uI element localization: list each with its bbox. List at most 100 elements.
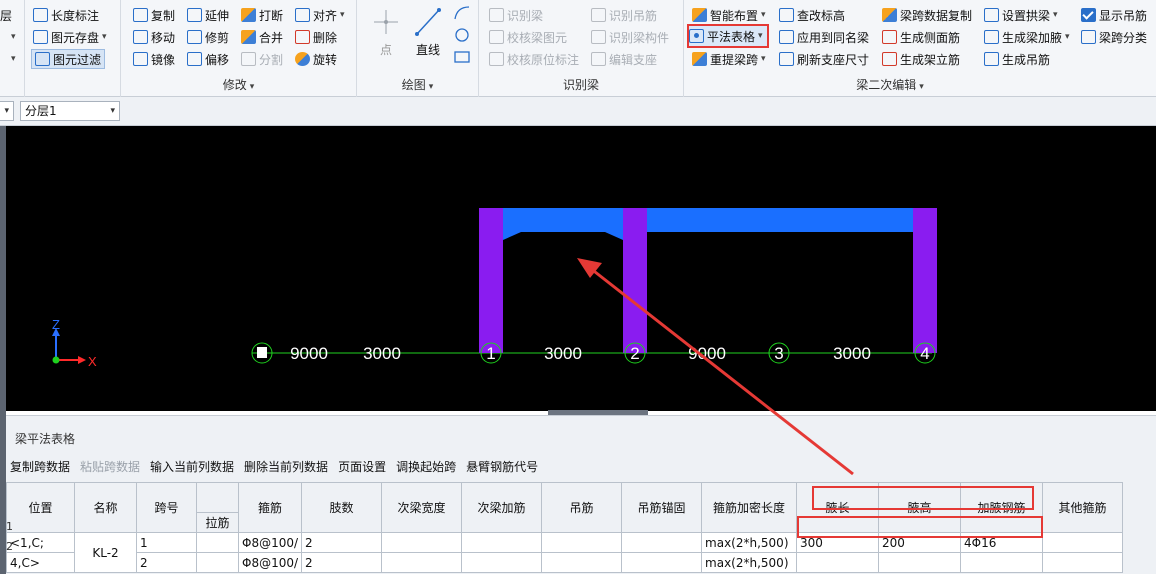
col-header-sec-width[interactable]: 次梁宽度	[381, 482, 463, 533]
flat-table-button[interactable]: 平法表格 ▾	[687, 24, 769, 48]
merge-button[interactable]: 合并	[241, 27, 283, 47]
table-row[interactable]: <1,C; KL-2 1 Φ8@100/ 2 max(2*h,500) 300 …	[6, 532, 1124, 573]
col-header-stirrup[interactable]: 箍筋	[237, 482, 303, 533]
col-header-position[interactable]: 位置	[6, 482, 75, 533]
layer-select[interactable]: 分层1 ▾	[20, 101, 120, 121]
element-filter-button[interactable]: 图元过滤	[31, 49, 106, 69]
input-column-data-btn[interactable]: 输入当前列数据	[150, 458, 234, 478]
rotate-button[interactable]: 旋转	[295, 49, 337, 69]
cell-name[interactable]: KL-2	[74, 532, 137, 573]
identify-beam-button[interactable]: 识别梁	[489, 5, 543, 25]
refresh-support-button[interactable]: 刷新支座尺寸	[779, 49, 869, 69]
cell-haunch-length[interactable]	[796, 552, 880, 573]
cell-position[interactable]: <1,C;	[6, 532, 75, 553]
col-header-legs[interactable]: 肢数	[301, 482, 383, 533]
offset-button[interactable]: 偏移	[187, 49, 229, 69]
save-element-button[interactable]: 图元存盘 ▾	[33, 27, 107, 47]
cell-haunch-height[interactable]	[878, 552, 962, 573]
cell-sec-width[interactable]	[381, 532, 463, 553]
cell-sec-rebar[interactable]	[461, 552, 543, 573]
cell-haunch-length[interactable]: 300	[796, 532, 880, 553]
break-button[interactable]: 打断	[241, 5, 283, 25]
cell-dense-length[interactable]: max(2*h,500)	[701, 532, 798, 553]
cell-hanger-anchor[interactable]	[621, 532, 703, 553]
extend-button[interactable]: 延伸	[187, 5, 229, 25]
cell-hanger[interactable]	[541, 532, 623, 553]
caret-item[interactable]: ▾	[8, 27, 16, 47]
floor-select[interactable]: ▾	[0, 101, 14, 121]
col-header-dense-length[interactable]: 箍筋加密长度	[701, 482, 798, 533]
gen-erection-bar-button[interactable]: 生成架立筋	[882, 49, 960, 69]
point-button[interactable]: 点	[371, 6, 401, 60]
smart-layout-button[interactable]: 智能布置 ▾	[692, 5, 766, 25]
copy-span-data-btn[interactable]: 复制跨数据	[10, 458, 70, 478]
check-elevation-button[interactable]: 查改标高	[779, 5, 845, 25]
length-dimension-button[interactable]: 长度标注	[33, 5, 99, 25]
show-hanger-checkbox[interactable]: 显示吊筋	[1081, 5, 1147, 25]
copy-icon	[133, 8, 148, 22]
cell-hanger-anchor[interactable]	[621, 552, 703, 573]
mirror-button[interactable]: 镜像	[133, 49, 175, 69]
col-header-hanger[interactable]: 吊筋	[541, 482, 623, 533]
col-header-span[interactable]: 跨号	[136, 482, 197, 533]
swap-start-span-btn[interactable]: 调换起始跨	[396, 458, 456, 478]
page-setup-btn[interactable]: 页面设置	[338, 458, 386, 478]
drawing-canvas[interactable]: 9000 3000 1 3000 2 9000 3 3000 4 Z X	[6, 126, 1156, 411]
cell-sec-rebar[interactable]	[461, 532, 543, 553]
cell-legs[interactable]: 2	[301, 552, 383, 573]
cell-sec-width[interactable]	[381, 552, 463, 573]
copy-span-data-button[interactable]: 梁跨数据复制	[882, 5, 972, 25]
check-annotation-button[interactable]: 校核原位标注	[489, 49, 579, 69]
paste-span-data-btn[interactable]: 粘贴跨数据	[80, 458, 140, 478]
apply-same-name-button[interactable]: 应用到同名梁	[779, 27, 869, 47]
rect-button[interactable]	[453, 49, 471, 68]
gen-hanger-button[interactable]: 生成吊筋	[984, 49, 1050, 69]
re-extract-span-button[interactable]: 重提梁跨 ▾	[692, 49, 766, 69]
cell-stirrup[interactable]: Φ8@100/	[237, 532, 303, 553]
trim-button[interactable]: 修剪	[187, 27, 229, 47]
cell-other-stirrup[interactable]	[1042, 552, 1124, 573]
caret-item-2[interactable]: ▾	[8, 49, 16, 69]
copy-button[interactable]: 复制	[133, 5, 175, 25]
identify-hanger-button[interactable]: 识别吊筋	[591, 5, 657, 25]
col-header-tie-bar[interactable]: 拉筋	[196, 512, 239, 533]
cell-haunch-rebar[interactable]	[960, 552, 1044, 573]
cell-other-stirrup[interactable]	[1042, 532, 1124, 553]
col-header-haunch-height[interactable]: 腋高	[878, 482, 962, 533]
move-button[interactable]: 移动	[133, 27, 175, 47]
span-classify-button[interactable]: 梁跨分类	[1081, 27, 1147, 47]
col-header-sec-rebar[interactable]: 次梁加筋	[461, 482, 543, 533]
line-button[interactable]: 直线	[411, 6, 445, 60]
cell-haunch-height[interactable]: 200	[878, 532, 962, 553]
delete-column-data-btn[interactable]: 删除当前列数据	[244, 458, 328, 478]
cantilever-code-btn[interactable]: 悬臂钢筋代号	[466, 458, 538, 478]
set-arch-beam-button[interactable]: 设置拱梁 ▾	[984, 5, 1058, 25]
split-button[interactable]: 分割	[241, 49, 283, 69]
check-beam-button[interactable]: 校核梁图元	[489, 27, 567, 47]
gen-side-bar-button[interactable]: 生成侧面筋	[882, 27, 960, 47]
cell-stirrup[interactable]: Φ8@100/	[237, 552, 303, 573]
col-header-haunch-rebar[interactable]: 加腋钢筋	[960, 482, 1044, 533]
identify-component-button[interactable]: 识别梁构件	[591, 27, 669, 47]
cell-position[interactable]: 4,C>	[6, 552, 75, 573]
cell-haunch-rebar[interactable]: 4Φ16	[960, 532, 1044, 553]
edit-support-button[interactable]: 编辑支座	[591, 49, 657, 69]
cell-span[interactable]: 2	[136, 552, 197, 573]
col-header-other-stirrup[interactable]: 其他箍筋	[1042, 482, 1124, 533]
cell-tie[interactable]	[196, 532, 239, 553]
cell-legs[interactable]: 2	[301, 532, 383, 553]
col-header-hanger-anchor[interactable]: 吊筋锚固	[621, 482, 703, 533]
circle-button[interactable]	[453, 27, 471, 46]
cell-dense-length[interactable]: max(2*h,500)	[701, 552, 798, 573]
arc-button[interactable]	[453, 5, 471, 24]
col-header-haunch-length[interactable]: 腋长	[796, 482, 880, 533]
layer-menu-item[interactable]: 层	[0, 5, 12, 25]
delete-button[interactable]: 删除	[295, 27, 337, 47]
cell-hanger[interactable]	[541, 552, 623, 573]
gen-haunch-button[interactable]: 生成梁加腋 ▾	[984, 27, 1070, 47]
align-button[interactable]: 对齐 ▾	[295, 5, 345, 25]
col-header-name[interactable]: 名称	[74, 482, 137, 533]
cell-tie[interactable]	[196, 552, 239, 573]
table-row[interactable]: 4,C> 2 Φ8@100/ 2 max(2*h,500)	[6, 552, 1124, 573]
cell-span[interactable]: 1	[136, 532, 197, 553]
